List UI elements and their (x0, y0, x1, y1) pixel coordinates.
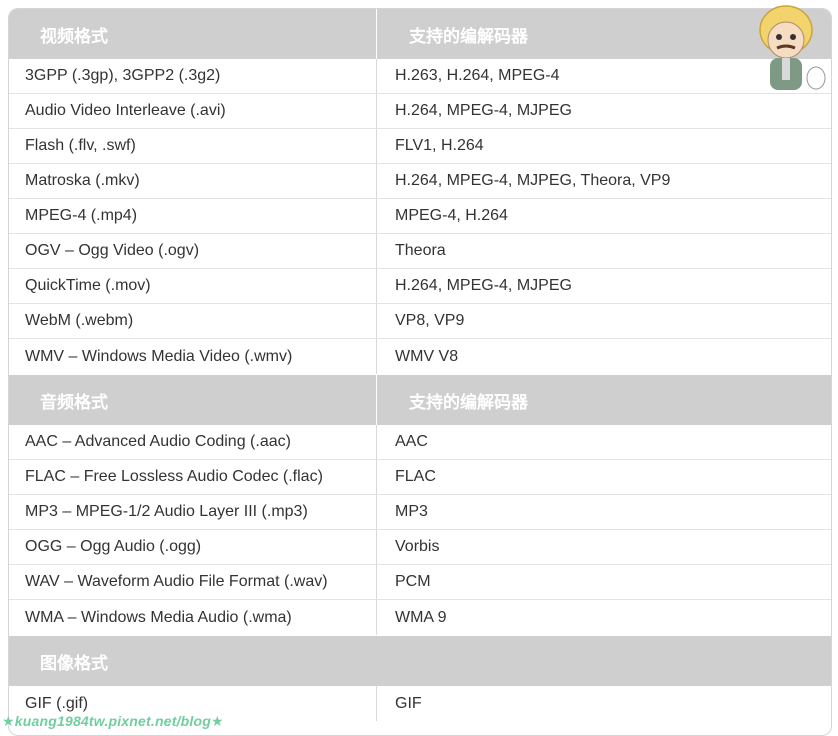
audio-section-header: 音频格式 支持的编解码器 (9, 375, 831, 425)
format-cell: FLAC – Free Lossless Audio Codec (.flac) (9, 460, 377, 494)
format-cell: WMA – Windows Media Audio (.wma) (9, 600, 377, 635)
audio-format-header: 音频格式 (9, 375, 377, 425)
format-cell: OGV – Ogg Video (.ogv) (9, 234, 377, 268)
codec-cell: WMA 9 (395, 608, 447, 626)
format-cell: MPEG-4 (.mp4) (9, 199, 377, 233)
codec-cell: MPEG-4, H.264 (395, 207, 508, 224)
mascot-logo (759, 5, 826, 90)
image-format-header: 图像格式 (40, 653, 108, 674)
codec-cell: VP8, VP9 (395, 312, 465, 329)
table-row: WebM (.webm) VP8, VP9 (9, 304, 831, 339)
codec-cell: Vorbis (395, 538, 440, 555)
format-cell: WMV – Windows Media Video (.wmv) (9, 339, 377, 374)
format-cell: Flash (.flv, .swf) (9, 129, 377, 163)
table-row: Audio Video Interleave (.avi) H.264, MPEG… (9, 94, 831, 129)
format-cell: WAV – Waveform Audio File Format (.wav) (9, 565, 377, 599)
table-row: Flash (.flv, .swf) FLV1, H.264 (9, 129, 831, 164)
codec-cell: FLAC (395, 468, 436, 485)
table-row: FLAC – Free Lossless Audio Codec (.flac)… (9, 460, 831, 495)
image-section-header: 图像格式 (9, 636, 831, 686)
table-row: MPEG-4 (.mp4) MPEG-4, H.264 (9, 199, 831, 234)
audio-codec-header: 支持的编解码器 (409, 392, 528, 413)
codec-cell: H.264, MPEG-4, MJPEG (395, 277, 572, 294)
format-cell: Matroska (.mkv) (9, 164, 377, 198)
format-cell: WebM (.webm) (9, 304, 377, 338)
audio-rows: AAC – Advanced Audio Coding (.aac) AAC FLA… (9, 425, 831, 635)
table-row: WMA – Windows Media Audio (.wma) WMA 9 (9, 600, 831, 635)
blog-watermark: ★kuang1984tw.pixnet.net/blog★ (2, 713, 224, 729)
table-row: MP3 – MPEG-1/2 Audio Layer III (.mp3) MP3 (9, 495, 831, 530)
table-row: 3GPP (.3gp), 3GPP2 (.3g2) H.263, H.264, M… (9, 59, 831, 94)
codec-cell: Theora (395, 242, 446, 259)
codec-cell: AAC (395, 433, 428, 450)
format-cell: Audio Video Interleave (.avi) (9, 94, 377, 128)
table-row: WMV – Windows Media Video (.wmv) WMV V8 (9, 339, 831, 374)
format-cell: MP3 – MPEG-1/2 Audio Layer III (.mp3) (9, 495, 377, 529)
codec-cell: WMV V8 (395, 347, 459, 365)
table-row: AAC – Advanced Audio Coding (.aac) AAC (9, 425, 831, 460)
video-section-header: 视频格式 支持的编解码器 (9, 9, 831, 59)
codec-cell: GIF (395, 694, 422, 712)
format-cell: QuickTime (.mov) (9, 269, 377, 303)
table-row: Matroska (.mkv) H.264, MPEG-4, MJPEG, The… (9, 164, 831, 199)
table-row: OGG – Ogg Audio (.ogg) Vorbis (9, 530, 831, 565)
image-codec-header (377, 636, 831, 686)
codec-cell: H.264, MPEG-4, MJPEG, Theora, VP9 (395, 172, 671, 189)
format-cell: 3GPP (.3gp), 3GPP2 (.3g2) (9, 59, 377, 93)
format-cell: OGG – Ogg Audio (.ogg) (9, 530, 377, 564)
codec-cell: FLV1, H.264 (395, 137, 484, 154)
video-format-header: 视频格式 (9, 9, 377, 59)
codec-table: 视频格式 支持的编解码器 3GPP (.3gp), 3GPP2 (.3g2) H.… (8, 8, 832, 736)
table-row: WAV – Waveform Audio File Format (.wav) P… (9, 565, 831, 600)
format-cell: AAC – Advanced Audio Coding (.aac) (9, 425, 377, 459)
codec-cell: PCM (395, 573, 431, 590)
video-rows: 3GPP (.3gp), 3GPP2 (.3g2) H.263, H.264, M… (9, 59, 831, 374)
codec-cell: MP3 (395, 503, 428, 520)
table-row: OGV – Ogg Video (.ogv) Theora (9, 234, 831, 269)
table-row: QuickTime (.mov) H.264, MPEG-4, MJPEG (9, 269, 831, 304)
